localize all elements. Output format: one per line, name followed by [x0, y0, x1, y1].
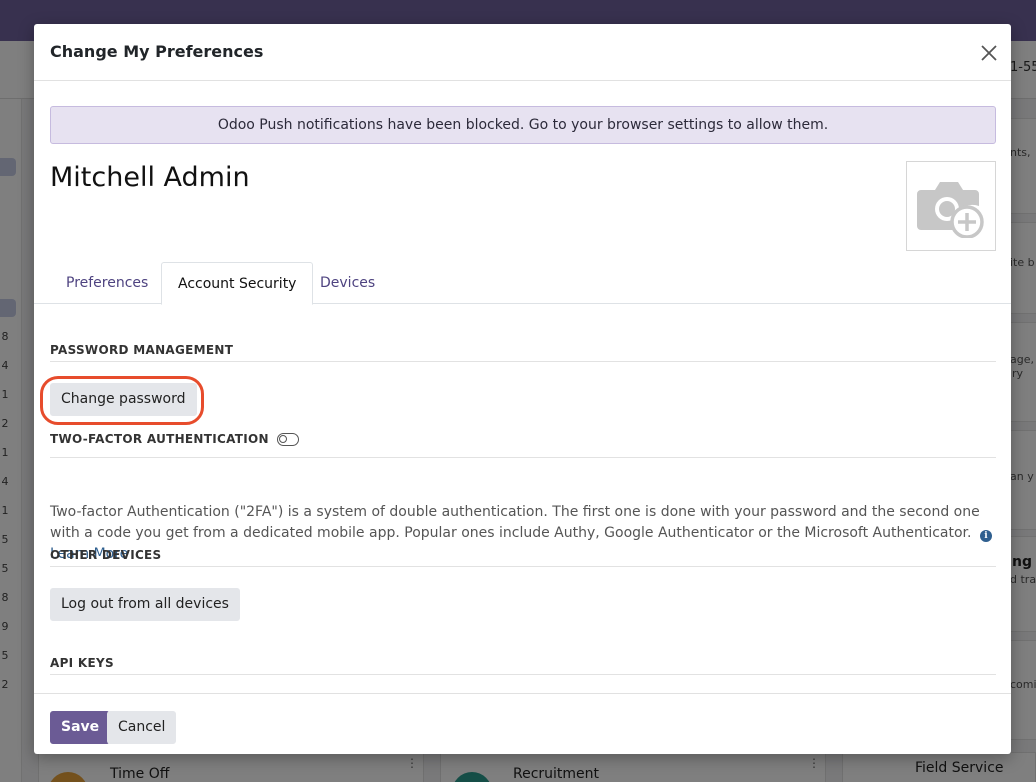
section-divider [50, 361, 996, 362]
section-divider [50, 566, 996, 567]
api-keys-section-title: API KEYS [50, 656, 114, 670]
twofa-description: Two-factor Authentication ("2FA") is a s… [50, 502, 996, 565]
dialog-header: Change My Preferences [34, 24, 1011, 81]
dialog-footer: Save Cancel [34, 693, 1011, 754]
tab-devices[interactable]: Devices [304, 262, 391, 304]
section-divider [50, 674, 996, 675]
dialog-title: Change My Preferences [50, 42, 264, 61]
tab-bar: Preferences Account Security Devices [34, 262, 1011, 305]
push-notification-alert: Odoo Push notifications have been blocke… [50, 106, 996, 144]
twofa-section-title: TWO-FACTOR AUTHENTICATION [50, 432, 269, 446]
section-divider [50, 457, 996, 458]
cancel-button[interactable]: Cancel [107, 711, 177, 744]
preferences-dialog: Change My Preferences Odoo Push notifica… [34, 24, 1011, 754]
change-password-button[interactable]: Change password [50, 383, 197, 416]
tab-preferences[interactable]: Preferences [50, 262, 164, 304]
close-button[interactable] [978, 42, 1000, 64]
user-name: Mitchell Admin [50, 162, 250, 193]
info-icon: i [979, 530, 992, 542]
save-button[interactable]: Save [50, 711, 111, 744]
avatar-upload[interactable] [906, 161, 996, 251]
toggle-knob [279, 435, 287, 443]
logout-all-devices-button[interactable]: Log out from all devices [50, 588, 240, 621]
twofa-description-text: Two-factor Authentication ("2FA") is a s… [50, 504, 980, 541]
devices-section-title: OTHER DEVICES [50, 548, 162, 562]
password-section-title: PASSWORD MANAGEMENT [50, 343, 234, 357]
dialog-body: Odoo Push notifications have been blocke… [34, 82, 1011, 693]
tab-account-security[interactable]: Account Security [161, 262, 314, 305]
twofa-toggle[interactable] [277, 433, 299, 446]
camera-plus-icon [917, 182, 984, 238]
close-icon [981, 45, 997, 61]
